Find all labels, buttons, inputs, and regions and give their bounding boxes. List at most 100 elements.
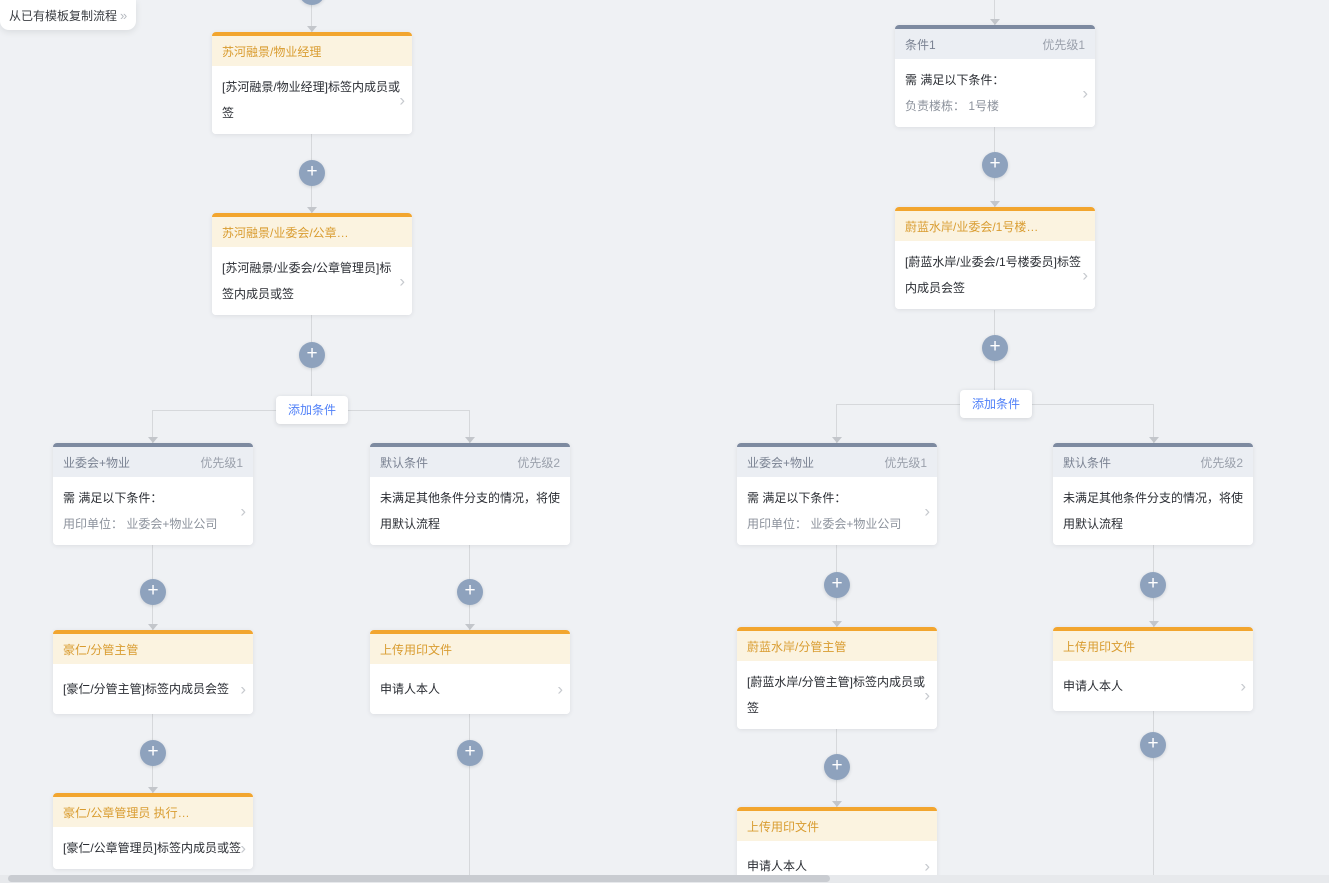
add-condition-button[interactable]: 添加条件 <box>960 390 1032 418</box>
condition-header: 默认条件 优先级2 <box>370 447 570 477</box>
add-node-button[interactable]: + <box>982 335 1008 361</box>
condition-node[interactable]: 条件1 优先级1 需 满足以下条件： 负责楼栋： 1号楼 › <box>895 25 1095 127</box>
add-node-button[interactable]: + <box>140 740 166 766</box>
add-node-button[interactable]: + <box>457 740 483 766</box>
node-title: 豪仁/公章管理员 执行… <box>53 797 253 827</box>
node-body: 需 满足以下条件： 用印单位： 业委会+物业公司 › <box>737 477 937 545</box>
plus-icon: + <box>464 741 475 762</box>
chevron-right-icon: › <box>399 92 405 109</box>
condition-rule-value: 负责楼栋： 1号楼 <box>905 93 1085 119</box>
chevron-right-icon: › <box>1082 85 1088 102</box>
node-body: 未满足其他条件分支的情况，将使用默认流程 <box>1053 477 1253 545</box>
node-body: 申请人本人› <box>1053 661 1253 711</box>
condition-header: 默认条件 优先级2 <box>1053 447 1253 477</box>
workflow-canvas: + + + + + + + + + + + + + 添加条件 添加条件 苏河融景… <box>0 0 1329 883</box>
chevron-right-icon: › <box>399 273 405 290</box>
node-body: 未满足其他条件分支的情况，将使用默认流程 <box>370 477 570 545</box>
add-node-button[interactable]: + <box>299 0 325 5</box>
condition-description: 未满足其他条件分支的情况，将使用默认流程 <box>1063 485 1243 537</box>
condition-priority: 优先级1 <box>200 454 243 471</box>
add-node-button[interactable]: + <box>982 152 1008 178</box>
condition-priority: 优先级2 <box>1200 454 1243 471</box>
add-node-button[interactable]: + <box>1140 732 1166 758</box>
approval-node[interactable]: 上传用印文件 申请人本人› <box>370 630 570 714</box>
condition-priority: 优先级2 <box>517 454 560 471</box>
node-title: 苏河融景/业委会/公章… <box>212 217 412 247</box>
chevron-right-icon: › <box>240 840 246 857</box>
chevron-right-icon: › <box>240 503 246 520</box>
add-node-button[interactable]: + <box>140 579 166 605</box>
node-body: 申请人本人› <box>370 664 570 714</box>
condition-rule-value: 用印单位： 业委会+物业公司 <box>63 511 243 537</box>
approval-node[interactable]: 豪仁/公章管理员 执行… [豪仁/公章管理员]标签内成员或签› <box>53 793 253 869</box>
plus-icon: + <box>989 336 1000 357</box>
add-node-button[interactable]: + <box>824 572 850 598</box>
add-condition-button[interactable]: 添加条件 <box>276 396 348 424</box>
node-title: 上传用印文件 <box>737 811 937 841</box>
chevron-right-icon: › <box>557 681 563 698</box>
condition-description: 未满足其他条件分支的情况，将使用默认流程 <box>380 485 560 537</box>
node-title: 苏河融景/物业经理 <box>212 36 412 66</box>
condition-priority: 优先级1 <box>884 454 927 471</box>
chevron-right-icon: › <box>924 687 930 704</box>
node-body: 需 满足以下条件： 负责楼栋： 1号楼 › <box>895 59 1095 127</box>
approval-node[interactable]: 上传用印文件 申请人本人› <box>1053 627 1253 711</box>
chevron-right-icon: › <box>924 503 930 520</box>
condition-title: 业委会+物业 <box>63 454 130 471</box>
plus-icon: + <box>306 343 317 364</box>
chevron-right-icon: › <box>1082 267 1088 284</box>
approval-node[interactable]: 蔚蓝水岸/分管主管 [蔚蓝水岸/分管主管]标签内成员或签› <box>737 627 937 729</box>
condition-node[interactable]: 默认条件 优先级2 未满足其他条件分支的情况，将使用默认流程 <box>370 443 570 545</box>
horizontal-scrollbar-thumb[interactable] <box>8 875 830 882</box>
condition-rule-label: 需 满足以下条件： <box>905 67 1085 93</box>
condition-title: 默认条件 <box>1063 454 1111 471</box>
chevron-right-icon: › <box>924 858 930 875</box>
condition-rule-value: 用印单位： 业委会+物业公司 <box>747 511 927 537</box>
condition-rule-label: 需 满足以下条件： <box>63 485 243 511</box>
node-body: [苏河融景/业委会/公章管理员]标签内成员或签› <box>212 247 412 315</box>
plus-icon: + <box>306 0 317 1</box>
condition-header: 业委会+物业 优先级1 <box>53 447 253 477</box>
node-body: [苏河融景/物业经理]标签内成员或签› <box>212 66 412 134</box>
approval-node[interactable]: 苏河融景/业委会/公章… [苏河融景/业委会/公章管理员]标签内成员或签› <box>212 213 412 315</box>
node-title: 蔚蓝水岸/业委会/1号楼… <box>895 211 1095 241</box>
node-body: 需 满足以下条件： 用印单位： 业委会+物业公司 › <box>53 477 253 545</box>
add-node-button[interactable]: + <box>299 342 325 368</box>
condition-node[interactable]: 业委会+物业 优先级1 需 满足以下条件： 用印单位： 业委会+物业公司 › <box>737 443 937 545</box>
add-node-button[interactable]: + <box>824 754 850 780</box>
plus-icon: + <box>831 755 842 776</box>
plus-icon: + <box>989 153 1000 174</box>
approval-node[interactable]: 蔚蓝水岸/业委会/1号楼… [蔚蓝水岸/业委会/1号楼委员]标签内成员会签› <box>895 207 1095 309</box>
add-node-button[interactable]: + <box>1140 572 1166 598</box>
plus-icon: + <box>147 580 158 601</box>
node-body: [蔚蓝水岸/业委会/1号楼委员]标签内成员会签› <box>895 241 1095 309</box>
condition-title: 业委会+物业 <box>747 454 814 471</box>
approval-node[interactable]: 上传用印文件 申请人本人› <box>737 807 937 883</box>
approval-node[interactable]: 豪仁/分管主管 [豪仁/分管主管]标签内成员会签› <box>53 630 253 714</box>
node-title: 蔚蓝水岸/分管主管 <box>737 631 937 661</box>
condition-title: 条件1 <box>905 36 936 53</box>
node-title: 上传用印文件 <box>1053 631 1253 661</box>
condition-node[interactable]: 默认条件 优先级2 未满足其他条件分支的情况，将使用默认流程 <box>1053 443 1253 545</box>
connector-line <box>469 710 470 883</box>
plus-icon: + <box>1147 733 1158 754</box>
approval-node[interactable]: 苏河融景/物业经理 [苏河融景/物业经理]标签内成员或签› <box>212 32 412 134</box>
double-chevron-icon: » <box>120 8 127 23</box>
condition-priority: 优先级1 <box>1042 36 1085 53</box>
add-node-button[interactable]: + <box>457 579 483 605</box>
plus-icon: + <box>306 161 317 182</box>
condition-header: 条件1 优先级1 <box>895 29 1095 59</box>
plus-icon: + <box>147 741 158 762</box>
breadcrumb[interactable]: 从已有模板复制流程 » <box>0 0 136 30</box>
breadcrumb-label: 从已有模板复制流程 <box>9 7 117 24</box>
chevron-right-icon: › <box>1240 678 1246 695</box>
node-title: 豪仁/分管主管 <box>53 634 253 664</box>
plus-icon: + <box>1147 573 1158 594</box>
node-title: 上传用印文件 <box>370 634 570 664</box>
condition-rule-label: 需 满足以下条件： <box>747 485 927 511</box>
condition-node[interactable]: 业委会+物业 优先级1 需 满足以下条件： 用印单位： 业委会+物业公司 › <box>53 443 253 545</box>
chevron-right-icon: › <box>240 681 246 698</box>
plus-icon: + <box>464 580 475 601</box>
node-body: [蔚蓝水岸/分管主管]标签内成员或签› <box>737 661 937 729</box>
add-node-button[interactable]: + <box>299 160 325 186</box>
